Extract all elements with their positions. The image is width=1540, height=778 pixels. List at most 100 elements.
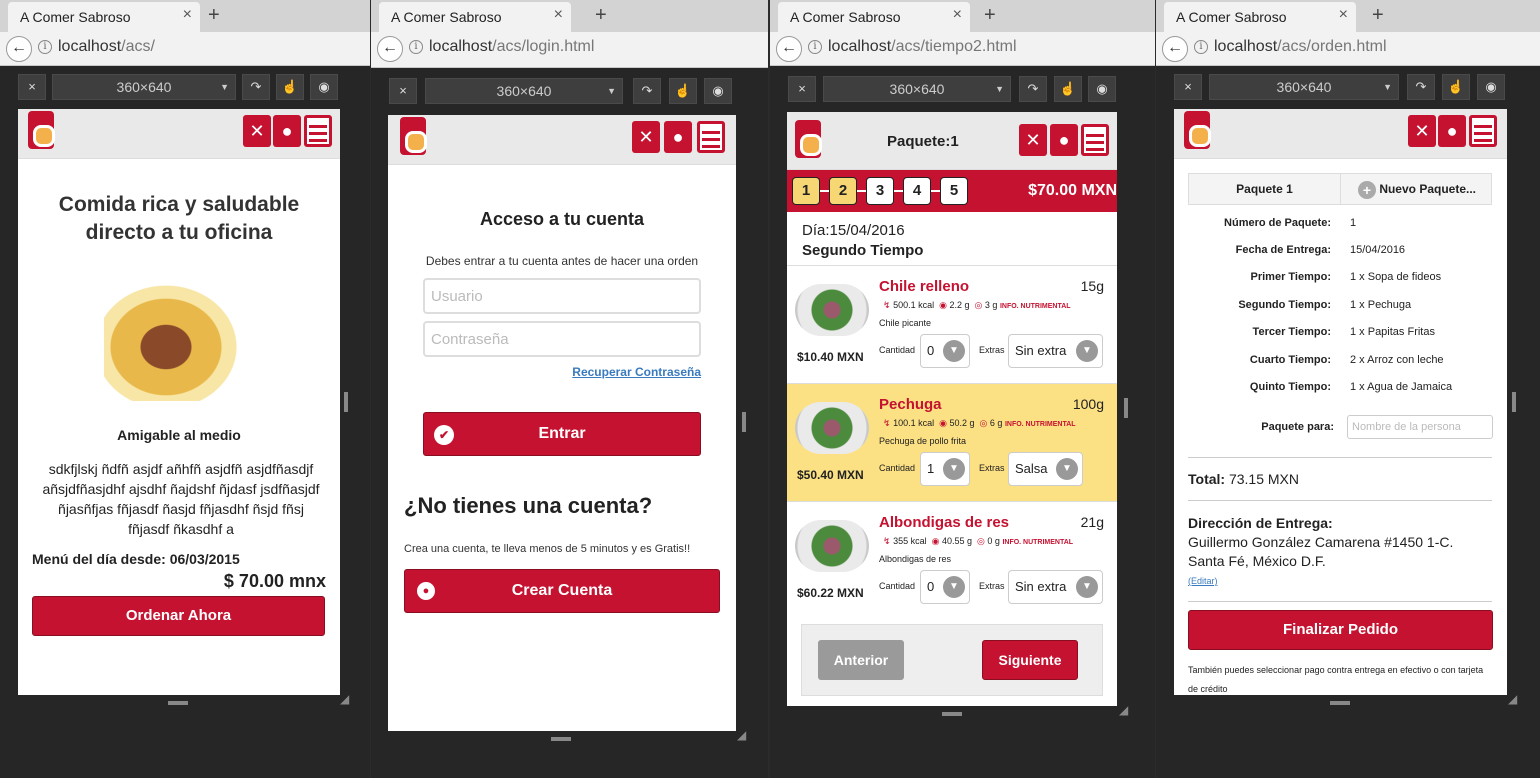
close-emulation-icon[interactable]: × (389, 78, 417, 104)
dish-card[interactable]: $10.40 MXN Chile relleno 15g ↯ 500.1 kca… (787, 265, 1117, 383)
dish-card[interactable]: $60.22 MXN Albondigas de res 21g ↯ 355 k… (787, 501, 1117, 619)
resize-handle[interactable] (168, 701, 188, 705)
quantity-select[interactable]: 1 ▼ (920, 452, 970, 486)
url-text[interactable]: localhost/acs/orden.html (1214, 38, 1387, 56)
step-2[interactable]: 2 (829, 177, 857, 205)
close-tab-icon[interactable]: × (1339, 6, 1348, 24)
tab-new-package[interactable]: + Nuevo Paquete... (1341, 174, 1493, 204)
back-arrow-icon[interactable]: ← (6, 36, 32, 62)
close-tab-icon[interactable]: × (953, 6, 962, 24)
username-input[interactable]: Usuario (423, 278, 701, 314)
address-bar[interactable]: ← i localhost/acs/orden.html (1156, 32, 1540, 66)
hamburger-menu-icon[interactable] (1081, 124, 1109, 156)
device-select[interactable]: 360×640 ▼ (823, 76, 1011, 102)
resize-corner-icon[interactable]: ◢ (737, 728, 746, 742)
info-icon[interactable]: i (808, 40, 822, 54)
camera-icon[interactable]: ◉ (310, 74, 338, 100)
hamburger-menu-icon[interactable] (304, 115, 332, 147)
touch-icon[interactable]: ☝ (276, 74, 304, 100)
previous-button[interactable]: Anterior (818, 640, 904, 680)
logo[interactable] (28, 111, 55, 149)
address-bar[interactable]: ← i localhost/acs/login.html (371, 32, 768, 68)
resize-corner-icon[interactable]: ◢ (1119, 703, 1128, 717)
order-now-button[interactable]: Ordenar Ahora (32, 596, 325, 636)
device-select[interactable]: 360×640 ▼ (52, 74, 236, 100)
device-select[interactable]: 360×640 ▼ (425, 78, 623, 104)
close-emulation-icon[interactable]: × (788, 76, 816, 102)
new-tab-icon[interactable]: + (208, 4, 220, 27)
hamburger-menu-icon[interactable] (1469, 115, 1497, 147)
dish-card[interactable]: $50.40 MXN Pechuga 100g ↯ 100.1 kcal ◉ 5… (787, 383, 1117, 501)
edit-address-link[interactable]: (Editar) (1188, 576, 1218, 586)
resize-handle[interactable] (1124, 398, 1128, 418)
extras-select[interactable]: Sin extra ▼ (1008, 570, 1103, 604)
url-text[interactable]: localhost/acs/ (58, 38, 155, 56)
resize-handle[interactable] (551, 737, 571, 741)
fork-knife-icon[interactable]: ✕ (1019, 124, 1047, 156)
tab-package-1[interactable]: Paquete 1 (1189, 174, 1341, 204)
device-select[interactable]: 360×640 ▼ (1209, 74, 1399, 100)
browser-tab[interactable]: A Comer Sabroso × (8, 2, 200, 32)
finalize-order-button[interactable]: Finalizar Pedido (1188, 610, 1493, 650)
fork-knife-icon[interactable]: ✕ (632, 121, 660, 153)
browser-tab[interactable]: A Comer Sabroso × (778, 2, 970, 32)
camera-icon[interactable]: ◉ (704, 78, 732, 104)
resize-handle[interactable] (1330, 701, 1350, 705)
browser-tab[interactable]: A Comer Sabroso × (1164, 2, 1356, 32)
camera-icon[interactable]: ◉ (1477, 74, 1505, 100)
touch-icon[interactable]: ☝ (1442, 74, 1470, 100)
resize-handle[interactable] (1512, 392, 1516, 412)
person-name-input[interactable]: Nombre de la persona (1347, 415, 1493, 439)
resize-handle[interactable] (942, 712, 962, 716)
fork-knife-icon[interactable]: ✕ (243, 115, 271, 147)
info-icon[interactable]: i (38, 40, 52, 54)
next-button[interactable]: Siguiente (982, 640, 1078, 680)
quantity-select[interactable]: 0 ▼ (920, 570, 970, 604)
enter-button[interactable]: ✔ Entrar (423, 412, 701, 456)
new-tab-icon[interactable]: + (595, 4, 607, 27)
extras-select[interactable]: Salsa ▼ (1008, 452, 1083, 486)
browser-tab[interactable]: A Comer Sabroso × (379, 2, 571, 32)
fork-knife-icon[interactable]: ✕ (1408, 115, 1436, 147)
address-bar[interactable]: ← i localhost/acs/tiempo2.html (770, 32, 1155, 66)
info-icon[interactable]: i (409, 40, 423, 54)
close-emulation-icon[interactable]: × (1174, 74, 1202, 100)
resize-handle[interactable] (344, 392, 348, 412)
new-tab-icon[interactable]: + (984, 4, 996, 27)
user-icon[interactable]: ● (1050, 124, 1078, 156)
step-5[interactable]: 5 (940, 177, 968, 205)
create-account-button[interactable]: ● Crear Cuenta (404, 569, 720, 613)
address-bar[interactable]: ← i localhost/acs/ (0, 32, 370, 66)
resize-handle[interactable] (742, 412, 746, 432)
url-text[interactable]: localhost/acs/tiempo2.html (828, 38, 1017, 56)
resize-corner-icon[interactable]: ◢ (340, 692, 349, 706)
close-emulation-icon[interactable]: × (18, 74, 46, 100)
step-1[interactable]: 1 (792, 177, 820, 205)
user-icon[interactable]: ● (273, 115, 301, 147)
rotate-icon[interactable]: ↷ (1019, 76, 1047, 102)
nutrition-info-link[interactable]: INFO. NUTRIMENTAL (1002, 539, 1073, 546)
step-3[interactable]: 3 (866, 177, 894, 205)
rotate-icon[interactable]: ↷ (1407, 74, 1435, 100)
close-tab-icon[interactable]: × (554, 6, 563, 24)
logo[interactable] (795, 120, 822, 158)
resize-corner-icon[interactable]: ◢ (1508, 692, 1517, 706)
touch-icon[interactable]: ☝ (669, 78, 697, 104)
logo[interactable] (400, 117, 427, 155)
url-text[interactable]: localhost/acs/login.html (429, 38, 594, 56)
extras-select[interactable]: Sin extra ▼ (1008, 334, 1103, 368)
touch-icon[interactable]: ☝ (1054, 76, 1082, 102)
recover-password-link[interactable]: Recuperar Contraseña (572, 365, 701, 379)
close-tab-icon[interactable]: × (183, 6, 192, 24)
info-icon[interactable]: i (1194, 40, 1208, 54)
logo[interactable] (1184, 111, 1211, 149)
back-arrow-icon[interactable]: ← (377, 36, 403, 62)
password-input[interactable]: Contraseña (423, 321, 701, 357)
new-tab-icon[interactable]: + (1372, 4, 1384, 27)
nutrition-info-link[interactable]: INFO. NUTRIMENTAL (1000, 303, 1071, 310)
camera-icon[interactable]: ◉ (1088, 76, 1116, 102)
quantity-select[interactable]: 0 ▼ (920, 334, 970, 368)
rotate-icon[interactable]: ↷ (633, 78, 661, 104)
nutrition-info-link[interactable]: INFO. NUTRIMENTAL (1005, 421, 1076, 428)
back-arrow-icon[interactable]: ← (1162, 36, 1188, 62)
